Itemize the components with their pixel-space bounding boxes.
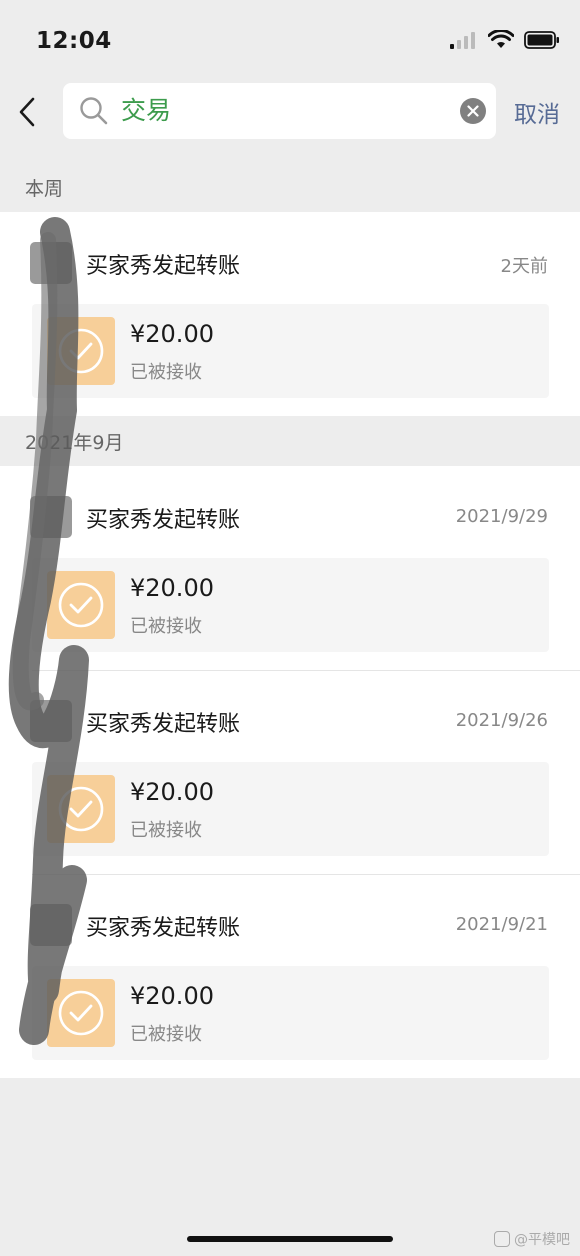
wifi-icon xyxy=(488,30,514,48)
record-date: 2021/9/29 xyxy=(455,506,548,527)
avatar xyxy=(30,700,72,742)
transfer-record[interactable]: 买家秀发起转账 2021/9/29 ¥20.00 已被接收 xyxy=(0,466,580,670)
transfer-card[interactable]: ¥20.00 已被接收 xyxy=(32,966,549,1060)
divider xyxy=(32,874,580,875)
transfer-amount: ¥20.00 xyxy=(130,320,214,348)
transfer-icon-tile xyxy=(47,571,115,639)
record-group: 买家秀发起转账 2天前 ¥20.00 已被接收 xyxy=(0,212,580,416)
transfer-icon-tile xyxy=(47,775,115,843)
search-input[interactable]: 交易 xyxy=(63,83,496,139)
avatar xyxy=(30,242,72,284)
home-indicator xyxy=(187,1236,393,1242)
search-icon xyxy=(80,97,108,125)
check-circle-icon xyxy=(58,786,104,832)
transfer-amount: ¥20.00 xyxy=(130,982,214,1010)
section-header: 本周 xyxy=(0,162,580,212)
transfer-record[interactable]: 买家秀发起转账 2021/9/21 ¥20.00 已被接收 xyxy=(0,874,580,1078)
transfer-status: 已被接收 xyxy=(130,1024,202,1045)
status-icons xyxy=(450,30,560,49)
record-date: 2天前 xyxy=(500,256,548,277)
status-time: 12:04 xyxy=(36,28,112,54)
record-date: 2021/9/21 xyxy=(455,914,548,935)
transfer-status: 已被接收 xyxy=(130,362,202,383)
cancel-button[interactable]: 取消 xyxy=(514,95,560,129)
transfer-icon-tile xyxy=(47,979,115,1047)
record-title: 买家秀发起转账 xyxy=(86,916,241,941)
transfer-status: 已被接收 xyxy=(130,820,202,841)
back-button[interactable] xyxy=(12,92,42,132)
record-title: 买家秀发起转账 xyxy=(86,254,241,279)
check-circle-icon xyxy=(58,582,104,628)
section-label: 2021年9月 xyxy=(25,432,124,454)
record-title: 买家秀发起转账 xyxy=(86,712,241,737)
clear-icon xyxy=(467,105,479,117)
chevron-left-icon xyxy=(19,97,35,127)
avatar xyxy=(30,496,72,538)
check-circle-icon xyxy=(58,328,104,374)
transfer-card[interactable]: ¥20.00 已被接收 xyxy=(32,762,549,856)
divider xyxy=(32,670,580,671)
transfer-card[interactable]: ¥20.00 已被接收 xyxy=(32,558,549,652)
search-query: 交易 xyxy=(121,96,172,125)
record-date: 2021/9/26 xyxy=(455,710,548,731)
watermark-logo-icon xyxy=(494,1231,510,1247)
transfer-record[interactable]: 买家秀发起转账 2天前 ¥20.00 已被接收 xyxy=(0,212,580,416)
transfer-amount: ¥20.00 xyxy=(130,778,214,806)
transfer-status: 已被接收 xyxy=(130,616,202,637)
check-circle-icon xyxy=(58,990,104,1036)
transfer-card[interactable]: ¥20.00 已被接收 xyxy=(32,304,549,398)
transfer-amount: ¥20.00 xyxy=(130,574,214,602)
transfer-icon-tile xyxy=(47,317,115,385)
avatar xyxy=(30,904,72,946)
record-title: 买家秀发起转账 xyxy=(86,508,241,533)
status-bar: 12:04 xyxy=(0,0,580,80)
battery-icon xyxy=(524,30,559,49)
watermark: @平模吧 xyxy=(494,1229,570,1249)
clear-search-button[interactable] xyxy=(460,98,486,124)
signal-icon xyxy=(450,31,475,49)
watermark-text: @平模吧 xyxy=(514,1232,570,1248)
transfer-record[interactable]: 买家秀发起转账 2021/9/26 ¥20.00 已被接收 xyxy=(0,670,580,874)
section-header: 2021年9月 xyxy=(0,416,580,466)
record-group: 买家秀发起转账 2021/9/29 ¥20.00 已被接收 买家秀发起转账 20… xyxy=(0,466,580,1078)
section-label: 本周 xyxy=(25,178,64,200)
